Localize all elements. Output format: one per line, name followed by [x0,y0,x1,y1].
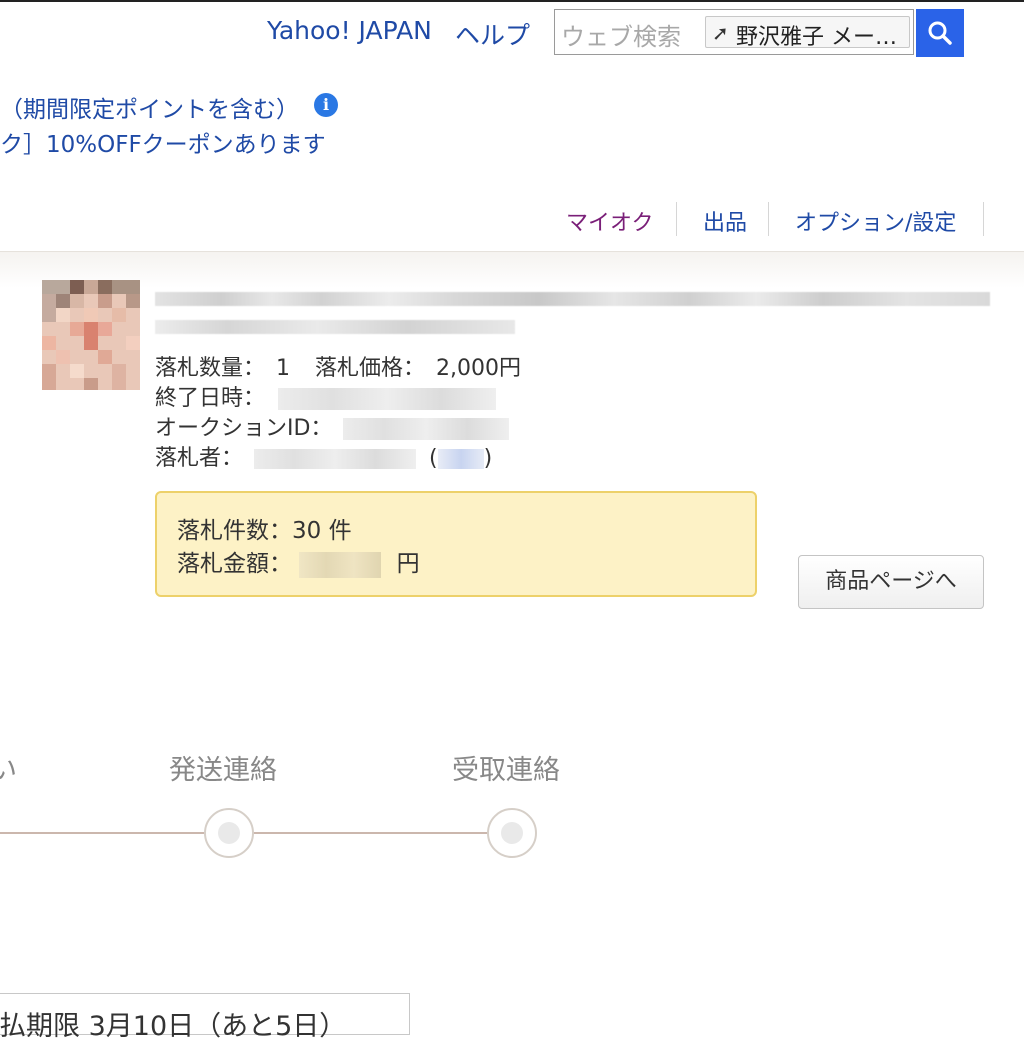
winner-label: 落札者： [155,446,244,471]
end-date-row: 終了日時： [155,380,497,412]
nav-listing[interactable]: 出品 [703,205,747,237]
step-label-shipping: 発送連絡 [169,755,277,786]
price-label: 落札価格： [315,356,426,381]
step-dot-receipt [487,808,537,858]
winning-count-value: 30 件 [292,518,352,544]
winning-summary-box: 落札件数：30 件 落札金額： 円 [155,491,757,597]
search-button[interactable] [916,9,964,57]
step-dot-inner [501,822,523,844]
points-notice: （期間限定ポイントを含む） [0,97,299,123]
step-label-receipt: 受取連絡 [452,755,560,786]
winning-amount-redacted [299,551,382,578]
progress-line [0,832,520,834]
quantity-label: 落札数量： [155,356,266,381]
nav-divider [768,202,769,236]
nav-options-settings[interactable]: オプション/設定 [795,205,956,237]
search-icon [928,21,952,45]
nav-listing-label: 出品 [703,211,748,236]
winning-amount-label: 落札金額： [177,551,292,577]
search-chip-text: 野沢雅子 メー… [736,25,897,48]
nav-options-label: オプション/設定 [795,211,957,236]
nav-myauction[interactable]: マイオク [566,205,654,237]
end-date-redacted [278,388,497,410]
end-date-label: 終了日時： [155,386,266,411]
auction-id-label: オークションID： [155,416,333,441]
winner-rating-redacted[interactable] [437,449,484,469]
search-suggestion-chip[interactable]: ➚ 野沢雅子 メー… [705,16,910,48]
help-link[interactable]: ヘルプ [455,16,530,52]
nav-myauction-label: マイオク [566,211,654,236]
winner-paren-close: ) [483,446,493,471]
coupon-link[interactable]: ク］10%OFFクーポンあります [0,125,326,159]
item-thumbnail[interactable] [42,280,140,390]
quantity-value: 1 [276,356,291,381]
quantity-price-row: 落札数量： 1 落札価格： 2,000円 [155,350,521,382]
step-label-partial: い [0,755,17,786]
payment-deadline-box: 払期限 3月10日（あと5日） [0,993,410,1042]
search-input[interactable]: ウェブ検索 ➚ 野沢雅子 メー… [554,9,914,55]
top-border [0,0,1024,2]
auction-id-row: オークションID： [155,410,510,442]
search-placeholder: ウェブ検索 [561,23,681,51]
price-value: 2,000円 [436,356,522,381]
step-dot-inner [218,822,240,844]
item-page-button[interactable]: 商品ページへ [798,555,984,609]
info-icon[interactable]: i [314,93,338,117]
top-header: Yahoo! JAPAN ヘルプ ウェブ検索 ➚ 野沢雅子 メー… [0,0,1024,62]
winner-row: 落札者： () [155,440,492,472]
nav-divider [983,202,984,236]
winner-name-redacted[interactable] [254,449,417,469]
winning-count-label: 落札件数： [177,518,292,544]
up-arrow-icon: ➚ [712,21,729,45]
winner-paren-open: ( [429,446,438,471]
yahoo-japan-link[interactable]: Yahoo! JAPAN [267,16,432,45]
step-dot-shipping [204,808,254,858]
winning-amount-unit: 円 [396,551,420,577]
auction-id-redacted [343,418,510,440]
nav-divider [676,202,677,236]
